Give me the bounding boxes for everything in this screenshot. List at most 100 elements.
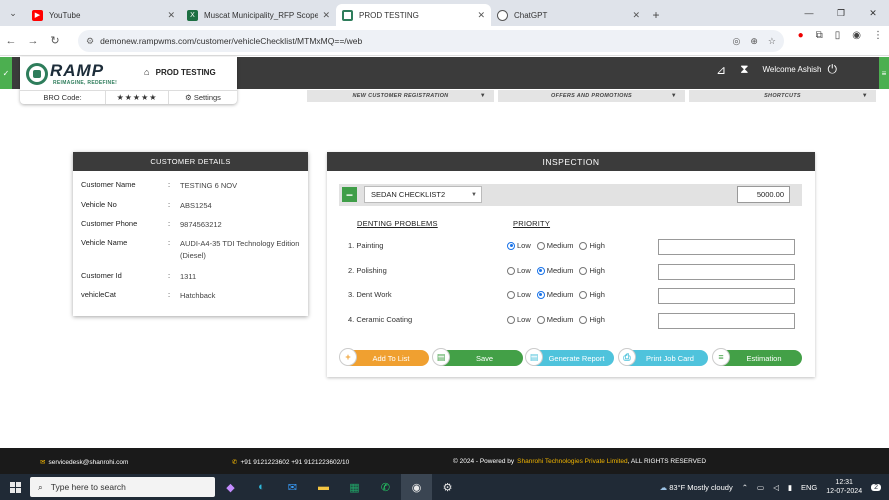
restore-button[interactable]: ❐ (825, 0, 857, 26)
priority-option-low[interactable]: Low (507, 241, 531, 250)
close-icon[interactable]: ✕ (477, 10, 485, 21)
welcome-label: Welcome (762, 65, 796, 74)
ramp-logo[interactable]: RAMP REIMAGINE, REDEFINE! (26, 61, 134, 87)
checklist-select[interactable]: SEDAN CHECKLIST2 ▼ (364, 186, 482, 203)
battery-icon[interactable]: ▮ (788, 483, 792, 492)
excel-icon[interactable]: ▦ (339, 474, 370, 500)
radio-button[interactable] (536, 266, 545, 275)
tab-prod-testing[interactable]: PROD TESTING ✕ (336, 4, 491, 26)
remark-input[interactable] (658, 264, 795, 280)
url-text: demonew.rampwms.com/customer/vehicleChec… (100, 36, 363, 46)
radio-button[interactable] (579, 266, 588, 275)
whatsapp-icon[interactable]: ✆ (370, 474, 401, 500)
company-name[interactable]: Shanrohi Technologies Private Limited (517, 458, 627, 465)
menu-shortcuts[interactable]: SHORTCUTS ▼ (689, 90, 876, 102)
priority-option-low[interactable]: Low (507, 290, 531, 299)
settings-icon[interactable]: ⚙ (432, 474, 463, 500)
priority-option-medium[interactable]: Medium (536, 266, 573, 275)
priority-option-high[interactable]: High (579, 315, 605, 324)
tab-search-icon[interactable]: ⌄ (0, 0, 26, 26)
sidebar-icon[interactable]: ▯ (835, 30, 841, 41)
taskbar-search[interactable]: ⌕ Type here to search (30, 477, 215, 497)
power-icon[interactable]: ⏻ (828, 62, 838, 77)
menu-offers-and-promotions[interactable]: OFFERS AND PROMOTIONS ▼ (498, 90, 685, 102)
close-icon[interactable]: ✕ (322, 10, 330, 21)
bro-row: BRO Code: ★★★★★ ⚙ Settings (20, 90, 237, 104)
close-icon[interactable]: ✕ (632, 10, 640, 21)
tab-youtube[interactable]: ▶ YouTube ✕ (26, 4, 181, 26)
menu-new-customer-registration[interactable]: NEW CUSTOMER REGISTRATION ▼ (307, 90, 494, 102)
colon: : (168, 271, 171, 280)
radio-button[interactable] (507, 315, 515, 324)
radio-button[interactable] (579, 290, 588, 299)
profile-icon[interactable]: ◉ (852, 30, 861, 41)
edge-icon[interactable]: ◐ (246, 474, 277, 500)
priority-option-medium[interactable]: Medium (536, 241, 573, 250)
reload-icon[interactable]: ↻ (44, 34, 66, 47)
home-icon[interactable]: ⌂ (144, 67, 149, 77)
url-field[interactable]: ⚙ demonew.rampwms.com/customer/vehicleCh… (78, 30, 784, 52)
copilot-icon[interactable]: ◆ (215, 474, 246, 500)
add-to-list-button[interactable]: + Add To List (339, 348, 429, 366)
radio-button[interactable] (507, 290, 515, 299)
forward-icon[interactable]: → (22, 35, 44, 47)
translate-icon[interactable]: ⊕ (750, 36, 758, 47)
close-icon[interactable]: ✕ (167, 10, 175, 21)
priority-option-medium[interactable]: Medium (536, 315, 573, 324)
detail-value: Hatchback (180, 291, 216, 300)
priority-option-low[interactable]: Low (507, 266, 531, 275)
minimize-button[interactable]: — (793, 0, 825, 26)
notifications-icon[interactable]: 2 (871, 483, 881, 491)
mail-icon[interactable]: ✉ (277, 474, 308, 500)
chart-icon[interactable]: ⊿ (716, 63, 726, 77)
opera-icon[interactable]: ● (798, 30, 804, 41)
right-menu-icon[interactable]: ≡ (879, 57, 889, 89)
remark-input[interactable] (658, 313, 795, 329)
priority-option-high[interactable]: High (579, 290, 605, 299)
left-toggle-icon[interactable]: ✓ (0, 57, 12, 89)
priority-option-low[interactable]: Low (507, 315, 531, 324)
radio-button[interactable] (507, 266, 515, 275)
generate-report-button[interactable]: ▤ Generate Report (525, 348, 614, 366)
clock[interactable]: 12:31 12-07-2024 (826, 478, 862, 496)
extensions-icon[interactable]: ⧉ (816, 30, 823, 41)
amount-field[interactable]: 5000.00 (737, 186, 790, 203)
new-tab-button[interactable]: + (646, 4, 666, 26)
priority-option-medium[interactable]: Medium (536, 290, 573, 299)
radio-button[interactable] (536, 290, 545, 299)
radio-button[interactable] (507, 241, 515, 250)
file-explorer-icon[interactable]: ▬ (308, 474, 339, 500)
remark-input[interactable] (658, 288, 795, 304)
weather-widget[interactable]: ☁ 83°F Mostly cloudy (660, 483, 733, 492)
priority-option-high[interactable]: High (579, 241, 605, 250)
chevron-up-icon[interactable]: ⌃ (742, 483, 748, 492)
menu-icon[interactable]: ⋮ (873, 30, 883, 41)
star-icon[interactable]: ☆ (768, 36, 776, 47)
footer-email[interactable]: ✉ servicedesk@shanrohi.com (40, 458, 128, 467)
back-icon[interactable]: ← (0, 35, 22, 47)
network-icon[interactable]: ▭ (757, 483, 764, 492)
collapse-button[interactable]: − (342, 187, 357, 202)
speaker-icon[interactable]: ◁ (773, 483, 779, 492)
tab-chatgpt[interactable]: ChatGPT ✕ (491, 4, 646, 26)
tab-muscat[interactable]: X Muscat Municipality_RFP Scope ✕ (181, 4, 336, 26)
radio-button[interactable] (536, 241, 545, 250)
language-indicator[interactable]: ENG (801, 483, 817, 492)
window-close-button[interactable]: ✕ (857, 0, 889, 26)
hourglass-icon[interactable]: ⧗ (740, 62, 748, 77)
detail-key: Vehicle No (81, 200, 117, 209)
print-job-card-button[interactable]: ⎙ Print Job Card (618, 348, 708, 366)
save-button[interactable]: ▤ Save (432, 348, 523, 366)
settings-link[interactable]: ⚙ Settings (169, 91, 237, 104)
site-info-icon[interactable]: ⚙ (86, 36, 94, 47)
radio-button[interactable] (579, 315, 588, 324)
eye-off-icon[interactable]: ◎ (733, 36, 741, 47)
priority-option-high[interactable]: High (579, 266, 605, 275)
settings-label: Settings (193, 93, 221, 102)
remark-input[interactable] (658, 239, 795, 255)
windows-start-icon[interactable] (0, 474, 30, 500)
chrome-icon[interactable]: ◉ (401, 474, 432, 500)
radio-button[interactable] (536, 315, 545, 324)
radio-button[interactable] (579, 241, 588, 250)
estimation-button[interactable]: ≡ Estimation (712, 348, 802, 366)
